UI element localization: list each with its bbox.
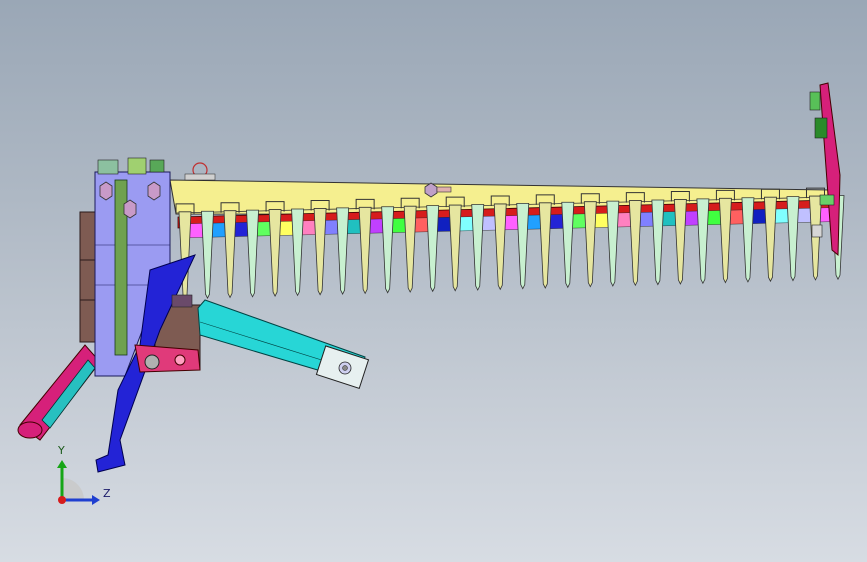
finger [223,210,237,299]
finger [673,199,687,285]
finger [358,206,372,295]
finger [336,207,350,295]
finger [583,201,597,288]
finger [246,209,259,298]
z-axis-label: Z [103,487,111,500]
finger [403,205,417,293]
finger [764,196,777,283]
finger [606,200,620,287]
finger [201,210,214,300]
cad-viewport[interactable] [0,0,867,562]
finger [313,208,327,296]
coordinate-triad: Y Z [57,444,111,505]
finger [448,204,462,292]
finger [696,198,710,285]
finger [538,202,552,289]
finger [426,205,440,293]
cyan-lift-arm [197,299,370,390]
finger [381,206,395,294]
finger [516,202,530,290]
finger [809,195,822,281]
finger [291,208,305,297]
finger [741,197,755,283]
finger [561,201,575,289]
finger [268,209,282,297]
crop-divider [809,82,841,257]
finger [651,199,665,286]
finger [718,197,732,284]
y-axis-label: Y [57,444,65,457]
finger [628,200,642,287]
finger [493,203,507,291]
finger [471,204,485,291]
finger [786,196,800,282]
left-arm [17,344,101,441]
